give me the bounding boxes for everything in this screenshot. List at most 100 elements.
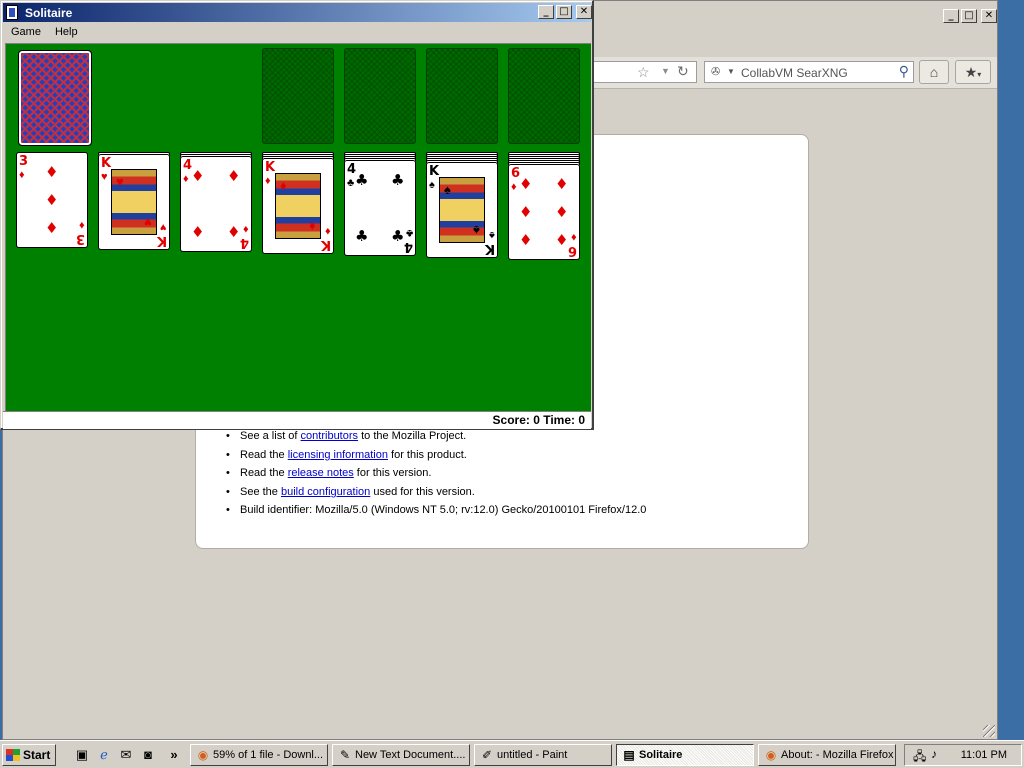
card-rank: K bbox=[156, 233, 167, 248]
close-button[interactable]: ✕ bbox=[576, 5, 592, 19]
game-board[interactable]: 3 ♦ 3 ♦ ♦ ♦ ♦ K ♥ K ♥ ♥ ♥ 4 ♦ 4 ♦ ♦ ♦ ♦ ♦ K ♦ K ♦ ♦ ♦ 4 ♣ 4 ♣ ♣ ♣ ♣ ♣ K ♠ K ♠ ♠… bbox=[5, 43, 591, 411]
card-suit-icon: ♠ bbox=[444, 182, 451, 197]
about-item-text: Read the bbox=[240, 448, 288, 461]
taskbar-button-label: 59% of 1 file - Downl... bbox=[213, 749, 324, 761]
king-portrait: ♠ ♠ bbox=[439, 177, 485, 243]
card-suit-icon: ♦ bbox=[79, 219, 85, 231]
internet-explorer-icon[interactable]: ℯ bbox=[96, 747, 112, 763]
menu-game[interactable]: Game bbox=[3, 23, 47, 43]
about-item-link[interactable]: licensing information bbox=[288, 449, 388, 461]
foundation-slot[interactable] bbox=[508, 48, 580, 144]
card-pip-icon: ♦ bbox=[227, 223, 241, 241]
card-suit-icon: ♦ bbox=[183, 173, 189, 185]
search-go-icon[interactable]: ⚲ bbox=[899, 63, 909, 80]
card-rank: 3 bbox=[19, 154, 29, 169]
home-button[interactable]: ⌂ bbox=[919, 60, 949, 84]
search-input[interactable]: CollabVM SearXNG bbox=[741, 66, 848, 80]
show-desktop-icon[interactable]: ▣ bbox=[74, 747, 90, 763]
card-suit-icon: ♣ bbox=[347, 177, 355, 189]
card-rank: 6 bbox=[567, 243, 577, 258]
taskbar-button[interactable]: ✎ New Text Document.... bbox=[332, 744, 470, 766]
taskbar: Start ▣ ℯ ✉ ◙ » ◉ 59% of 1 file - Downl..… bbox=[0, 740, 1024, 768]
menu-help[interactable]: Help bbox=[47, 23, 84, 43]
close-button[interactable]: ✕ bbox=[981, 9, 997, 23]
status-bar: Score: 0 Time: 0 bbox=[3, 411, 591, 429]
bookmark-star-icon[interactable]: ☆ bbox=[637, 64, 650, 81]
about-item-link[interactable]: build configuration bbox=[281, 486, 370, 498]
bookmarks-button[interactable]: ★▾ bbox=[955, 60, 991, 84]
card-suit-icon: ♣ bbox=[405, 227, 413, 239]
about-item-text: See the bbox=[240, 485, 281, 498]
card-suit-icon: ♦ bbox=[571, 231, 577, 243]
volume-icon[interactable]: ♪ bbox=[931, 747, 937, 761]
king-portrait: ♦ ♦ bbox=[275, 173, 321, 239]
stock-pile[interactable] bbox=[18, 50, 92, 146]
about-item-link[interactable]: contributors bbox=[301, 430, 358, 442]
card-suit-icon: ♦ bbox=[19, 169, 25, 181]
media-icon[interactable]: ◙ bbox=[140, 747, 156, 763]
tableau-card[interactable]: 6 ♦ 6 ♦ ♦ ♦ ♦ ♦ ♦ ♦ bbox=[508, 164, 580, 260]
solitaire-window[interactable]: Solitaire _ □ ✕ Game Help 3 ♦ 3 ♦ ♦ ♦ ♦ K ♥ K ♥ ♥ ♥ 4… bbox=[0, 0, 594, 430]
bookmarks-icon: ★ bbox=[964, 64, 978, 80]
card-suit-icon: ♦ bbox=[243, 223, 249, 235]
network-icon[interactable]: 🖧 bbox=[913, 747, 926, 768]
system-tray: 🖧 ♪ 11:01 PM bbox=[904, 744, 1022, 766]
url-bar[interactable]: ☆ ▼ ↻ bbox=[593, 61, 697, 83]
taskbar-button[interactable]: ◉ About: - Mozilla Firefox bbox=[758, 744, 896, 766]
card-pip-icon: ♦ bbox=[555, 203, 569, 221]
maximize-button[interactable]: □ bbox=[556, 5, 572, 19]
maximize-button[interactable]: □ bbox=[961, 9, 977, 23]
foundation-slot[interactable] bbox=[426, 48, 498, 144]
score-time-readout: Score: 0 Time: 0 bbox=[492, 413, 585, 427]
tableau-card[interactable]: K ♠ K ♠ ♠ ♠ bbox=[426, 162, 498, 258]
solitaire-app-icon bbox=[6, 5, 18, 20]
tableau-card[interactable]: 4 ♣ 4 ♣ ♣ ♣ ♣ ♣ bbox=[344, 160, 416, 256]
card-suit-icon: ♥ bbox=[160, 221, 167, 233]
about-item-link[interactable]: release notes bbox=[288, 467, 354, 479]
paint-icon: ✐ bbox=[481, 748, 493, 762]
card-suit-icon: ♦ bbox=[511, 181, 517, 193]
resize-grip[interactable] bbox=[983, 725, 995, 737]
tableau-card[interactable]: 4 ♦ 4 ♦ ♦ ♦ ♦ ♦ bbox=[180, 156, 252, 252]
tableau-card[interactable]: K ♥ K ♥ ♥ ♥ bbox=[98, 154, 170, 250]
reload-icon[interactable]: ↻ bbox=[677, 63, 689, 80]
start-label: Start bbox=[23, 748, 51, 762]
about-item-text: for this version. bbox=[353, 467, 432, 480]
card-pip-icon: ♦ bbox=[519, 203, 533, 221]
tableau-card[interactable]: K ♦ K ♦ ♦ ♦ bbox=[262, 158, 334, 254]
url-history-dropdown-icon[interactable]: ▼ bbox=[661, 66, 670, 76]
about-item-text: Build identifier: Mozilla/5.0 (Windows N… bbox=[240, 504, 647, 517]
foundation-slot[interactable] bbox=[262, 48, 334, 144]
card-suit-icon: ♥ bbox=[116, 174, 124, 189]
start-button[interactable]: Start bbox=[2, 744, 56, 766]
search-engine-dropdown-icon[interactable]: ▼ bbox=[727, 67, 735, 76]
minimize-button[interactable]: _ bbox=[538, 5, 554, 19]
card-suit-icon: ♦ bbox=[280, 178, 287, 193]
taskbar-button[interactable]: ✐ untitled - Paint bbox=[474, 744, 612, 766]
quick-launch-overflow-icon[interactable]: » bbox=[166, 747, 182, 763]
firefox-icon: ◉ bbox=[765, 748, 777, 762]
card-pip-icon: ♦ bbox=[519, 231, 533, 249]
card-pip-icon: ♦ bbox=[191, 167, 205, 185]
card-suit-icon: ♦ bbox=[325, 225, 331, 237]
about-info-list: See a list of contributors to the Mozill… bbox=[226, 427, 646, 520]
card-pip-icon: ♦ bbox=[191, 223, 205, 241]
taskbar-button-label: About: - Mozilla Firefox bbox=[781, 749, 894, 761]
king-portrait: ♥ ♥ bbox=[111, 169, 157, 235]
search-bar[interactable]: ✇ ▼ CollabVM SearXNG ⚲ bbox=[704, 61, 914, 83]
card-rank: K bbox=[429, 164, 440, 179]
minimize-button[interactable]: _ bbox=[943, 9, 959, 23]
search-engine-icon[interactable]: ✇ bbox=[711, 65, 720, 78]
card-suit-icon: ♠ bbox=[489, 229, 495, 241]
card-pip-icon: ♦ bbox=[519, 175, 533, 193]
outlook-express-icon[interactable]: ✉ bbox=[118, 747, 134, 763]
foundation-slot[interactable] bbox=[344, 48, 416, 144]
tableau-card[interactable]: 3 ♦ 3 ♦ ♦ ♦ ♦ bbox=[16, 152, 88, 248]
about-item-text: to the Mozilla Project. bbox=[358, 430, 467, 442]
solitaire-titlebar[interactable]: Solitaire _ □ ✕ bbox=[3, 3, 592, 22]
windows-logo-icon bbox=[6, 749, 20, 761]
card-rank: 3 bbox=[75, 231, 85, 246]
taskbar-button[interactable]: ▤ Solitaire bbox=[616, 744, 754, 766]
about-list-item: Build identifier: Mozilla/5.0 (Windows N… bbox=[226, 501, 646, 520]
taskbar-button[interactable]: ◉ 59% of 1 file - Downl... bbox=[190, 744, 328, 766]
